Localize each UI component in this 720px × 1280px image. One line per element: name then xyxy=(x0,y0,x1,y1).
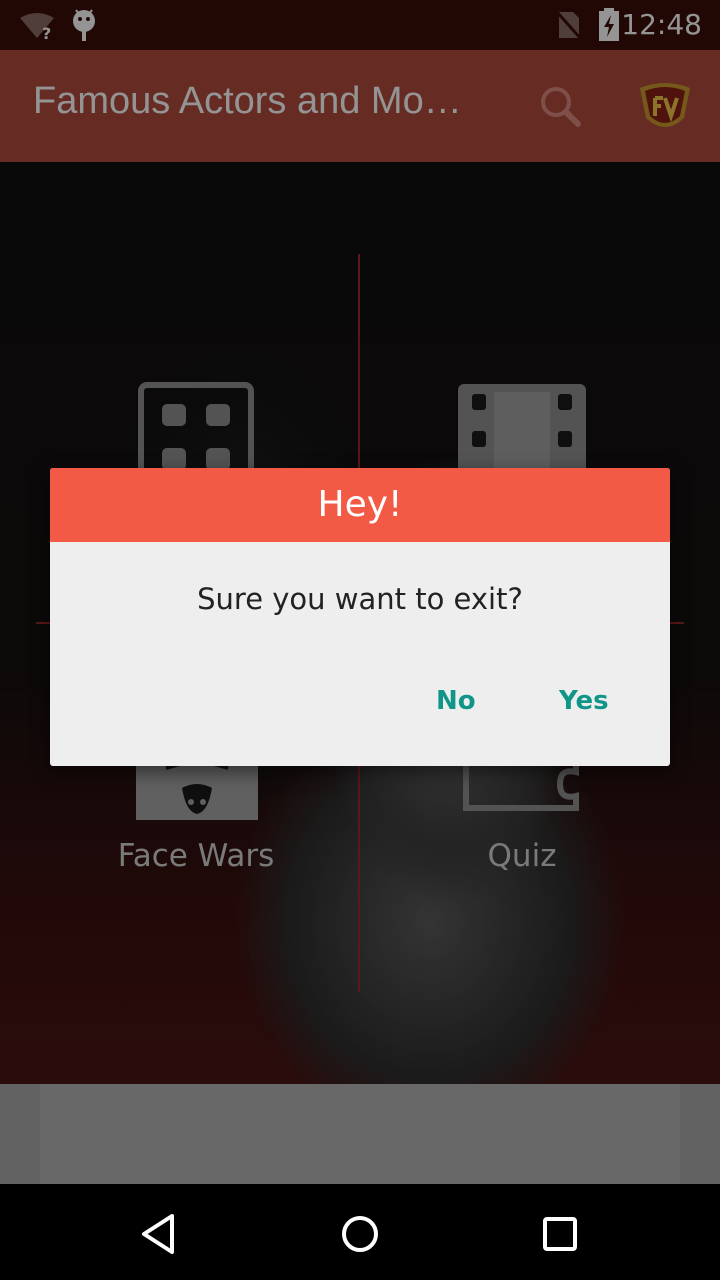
dialog-title: Hey! xyxy=(317,484,403,525)
navigation-bar xyxy=(0,1184,720,1280)
back-icon[interactable] xyxy=(136,1210,184,1258)
exit-dialog: Hey! Sure you want to exit? No Yes xyxy=(50,468,670,766)
home-icon[interactable] xyxy=(336,1210,384,1258)
recents-icon[interactable] xyxy=(536,1210,584,1258)
yes-button[interactable]: Yes xyxy=(559,686,609,716)
dialog-header: Hey! xyxy=(50,468,670,542)
no-button[interactable]: No xyxy=(436,686,476,716)
dialog-message: Sure you want to exit? xyxy=(197,582,523,616)
